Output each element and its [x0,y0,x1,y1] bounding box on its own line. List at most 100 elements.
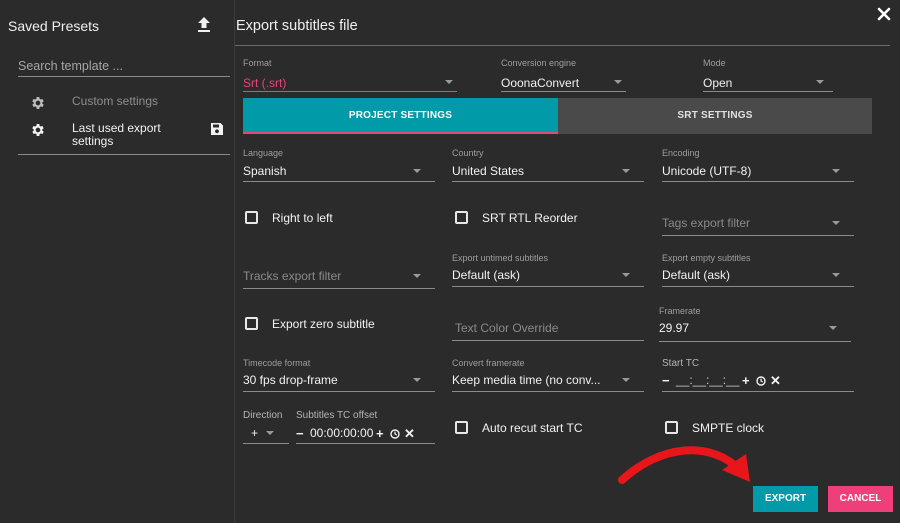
language-underline [243,181,435,182]
framerate-label: Framerate [659,306,701,316]
export-button[interactable]: EXPORT [753,486,818,512]
mode-value: Open [703,76,733,90]
timecode-format-label: Timecode format [243,358,311,368]
preset-label: Custom settings [72,94,159,108]
conversion-engine-select[interactable]: Conversion engine OoonaConvert [501,58,626,92]
encoding-select[interactable]: Encoding Unicode (UTF-8) [662,148,854,182]
tags-export-filter-select[interactable]: Tags export filter [662,214,854,236]
engine-label: Conversion engine [501,58,577,68]
convert-framerate-select[interactable]: Convert framerate Keep media time (no co… [452,358,644,392]
checkbox-label: Export zero subtitle [272,317,375,331]
framerate-value: 29.97 [659,321,690,335]
right-to-left-checkbox[interactable]: Right to left [245,211,395,227]
checkbox-label: Auto recut start TC [482,421,583,435]
language-select[interactable]: Language Spanish [243,148,435,182]
start-tc-label: Start TC [662,358,700,369]
close-icon[interactable] [877,7,891,21]
chevron-down-icon [832,221,840,225]
chevron-down-icon [266,431,274,435]
format-label: Format [243,58,272,68]
srt-rtl-reorder-checkbox[interactable]: SRT RTL Reorder [455,211,605,227]
chevron-down-icon [832,273,840,277]
tracks-export-filter-select[interactable]: Tracks export filter [243,267,435,289]
chevron-down-icon [832,169,840,173]
engine-underline [501,91,626,92]
clock-icon[interactable] [390,429,400,439]
timecode-format-underline [243,391,435,392]
export-untimed-value: Default (ask) [452,268,521,282]
direction-underline [243,443,289,444]
cancel-button[interactable]: CANCEL [828,486,893,512]
clear-icon[interactable]: ✕ [404,426,415,442]
encoding-value: Unicode (UTF-8) [662,164,752,178]
export-untimed-select[interactable]: Export untimed subtitles Default (ask) [452,253,644,287]
format-underline [243,91,457,92]
export-untimed-label: Export untimed subtitles [452,253,549,263]
auto-recut-checkbox[interactable]: Auto recut start TC [455,421,625,437]
chevron-down-icon [614,80,622,84]
chevron-down-icon [413,378,421,382]
convert-framerate-value: Keep media time (no conv... [452,373,601,387]
convert-framerate-label: Convert framerate [452,358,525,368]
checkbox-box[interactable] [245,211,258,224]
subtitles-tc-offset-value[interactable]: 00:00:00:00 [310,426,373,440]
encoding-label: Encoding [662,148,700,158]
export-empty-underline [662,286,854,287]
timecode-format-value: 30 fps drop-frame [243,373,338,387]
plus-icon[interactable]: + [742,373,750,388]
chevron-down-icon [622,273,630,277]
saved-presets-panel: Saved Presets Custom settings Last used … [0,0,235,523]
text-color-override-input[interactable]: Text Color Override [452,319,644,341]
tab-srt-settings[interactable]: SRT SETTINGS [558,98,872,134]
checkbox-box[interactable] [245,317,258,330]
gear-icon [32,124,44,136]
clock-icon[interactable] [756,376,766,386]
tab-project-settings[interactable]: PROJECT SETTINGS [243,98,558,134]
format-value: Srt (.srt) [243,76,287,90]
smpte-clock-checkbox[interactable]: SMPTE clock [665,421,795,437]
convert-framerate-underline [452,391,644,392]
chevron-down-icon [622,378,630,382]
checkbox-label: SRT RTL Reorder [482,211,578,225]
format-select[interactable]: Format Srt (.srt) [243,58,457,92]
chevron-down-icon [413,169,421,173]
minus-icon[interactable]: − [662,373,670,388]
timecode-format-select[interactable]: Timecode format 30 fps drop-frame [243,358,435,392]
minus-icon[interactable]: − [296,426,304,441]
tracks-underline [243,288,435,289]
tags-underline [662,235,854,236]
engine-value: OoonaConvert [501,76,580,90]
country-select[interactable]: Country United States [452,148,644,182]
checkbox-box[interactable] [455,421,468,434]
header-divider [235,45,890,46]
export-zero-subtitle-checkbox[interactable]: Export zero subtitle [245,317,425,333]
gear-icon [32,97,44,109]
export-untimed-underline [452,286,644,287]
start-tc-field[interactable]: Start TC − __:__:__:__ + ✕ [662,358,854,392]
export-empty-select[interactable]: Export empty subtitles Default (ask) [662,253,854,287]
direction-label: Direction [243,410,283,421]
language-label: Language [243,148,284,158]
framerate-select[interactable]: Framerate 29.97 [659,306,851,342]
checkbox-box[interactable] [455,211,468,224]
checkbox-label: SMPTE clock [692,421,765,435]
chevron-down-icon [829,326,837,330]
tracks-export-filter-placeholder: Tracks export filter [243,269,342,283]
search-template-input[interactable] [18,55,230,77]
preset-label: Last used export settings [72,121,161,148]
checkbox-label: Right to left [272,211,333,225]
direction-select[interactable]: Direction + [243,410,289,444]
start-tc-value[interactable]: __:__:__:__ [676,373,739,387]
start-tc-underline [662,391,854,392]
country-underline [452,181,644,182]
clear-icon[interactable]: ✕ [770,373,781,389]
mode-select[interactable]: Mode Open [703,58,833,92]
plus-icon[interactable]: + [376,426,384,441]
save-icon[interactable] [210,122,224,136]
checkbox-box[interactable] [665,421,678,434]
chevron-down-icon [816,80,824,84]
upload-icon[interactable] [196,16,212,34]
export-empty-value: Default (ask) [662,268,731,282]
subtitles-tc-offset-field[interactable]: Subtitles TC offset − 00:00:00:00 + ✕ [296,410,435,444]
text-color-underline [452,340,644,341]
